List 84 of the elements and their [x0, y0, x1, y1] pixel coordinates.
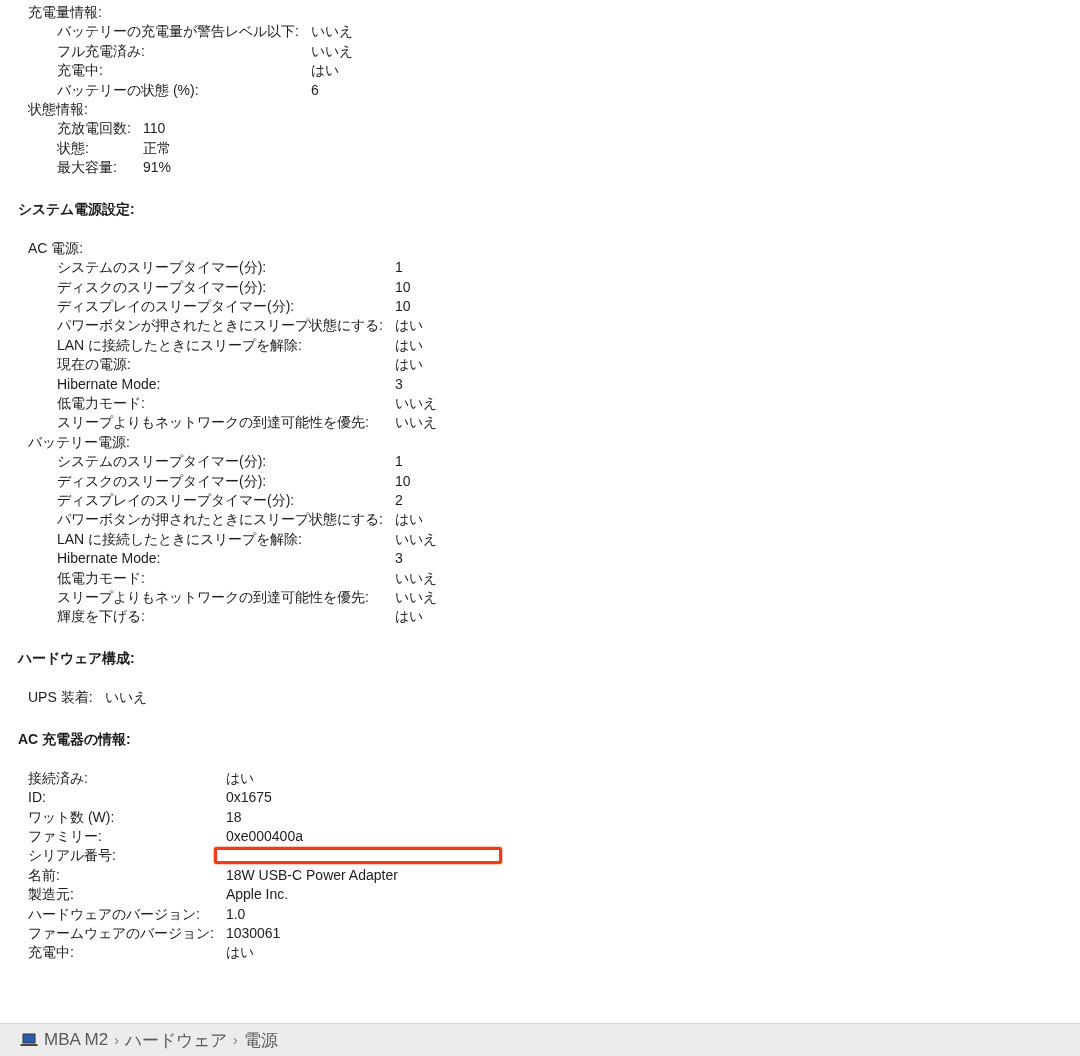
- breadcrumb-item[interactable]: 電源: [243, 1028, 278, 1052]
- field-label: ファームウェアのバージョン:: [28, 924, 214, 943]
- field-label: スリープよりもネットワークの到達可能性を優先:: [57, 587, 369, 607]
- field-value: はい: [394, 608, 423, 625]
- field-value: 10: [394, 472, 411, 489]
- field-value: はい: [310, 62, 339, 79]
- field-value: 3: [394, 375, 403, 392]
- field-label: 最大容量:: [57, 158, 117, 178]
- field-value: Apple Inc.: [225, 886, 289, 903]
- field-label: 輝度を下げる:: [57, 607, 145, 627]
- breadcrumb-item[interactable]: ハードウェア: [124, 1028, 227, 1052]
- field-label: ワット数 (W):: [28, 807, 115, 827]
- field-label: ファミリー:: [28, 827, 102, 847]
- field-label: 接続済み:: [28, 768, 88, 788]
- field-label: パワーボタンが押されたときにスリープ状態にする:: [57, 510, 383, 530]
- field-label: バッテリーの充電量が警告レベル以下:: [57, 22, 299, 42]
- field-label: 充電中:: [28, 943, 74, 963]
- field-value: いいえ: [394, 414, 437, 431]
- group-title: バッテリー電源:: [27, 432, 130, 452]
- field-label: システムのスリープタイマー(分):: [57, 452, 267, 472]
- field-label: Hibernate Mode:: [57, 374, 161, 394]
- field-value: 2: [394, 492, 403, 508]
- field-value: 110: [142, 120, 166, 137]
- field-label: ディスクのスリープタイマー(分):: [57, 277, 267, 297]
- field-label: LAN に接続したときにスリープを解除:: [57, 529, 302, 549]
- field-label: バッテリーの状態 (%):: [57, 80, 199, 100]
- field-label: ディスプレイのスリープタイマー(分):: [57, 297, 295, 317]
- field-label: 製造元:: [28, 885, 74, 905]
- section-heading: システム電源設定:: [17, 199, 135, 219]
- path-separator: ›: [114, 1032, 119, 1048]
- field-value: はい: [225, 944, 254, 961]
- group-title: AC 電源:: [27, 238, 84, 258]
- field-value: 1: [394, 259, 403, 276]
- field-label: システムのスリープタイマー(分):: [57, 258, 267, 278]
- field-value: はい: [225, 769, 254, 786]
- field-label: ディスプレイのスリープタイマー(分):: [57, 491, 295, 510]
- field-value: いいえ: [394, 588, 437, 605]
- field-value: 1.0: [225, 905, 246, 922]
- breadcrumb-item[interactable]: MBA M2: [44, 1030, 109, 1050]
- field-label: UPS 装着:: [28, 688, 93, 708]
- field-value: はい: [394, 336, 423, 353]
- field-value: 18: [225, 808, 242, 825]
- field-label: 低電力モード:: [57, 394, 145, 414]
- group-title: 状態情報:: [27, 99, 88, 119]
- field-value: 91%: [142, 159, 171, 176]
- field-label: ID:: [28, 788, 46, 808]
- group-title: 充電量情報:: [27, 3, 102, 22]
- field-value: いいえ: [310, 23, 353, 40]
- field-label: 充放電回数:: [57, 119, 131, 139]
- field-value: いいえ: [394, 569, 437, 586]
- field-value: 10: [394, 278, 411, 295]
- field-value: 1030061: [225, 925, 281, 941]
- field-value: はい: [394, 317, 423, 334]
- field-label: ディスクのスリープタイマー(分):: [57, 471, 267, 491]
- field-value: 0x1675: [225, 789, 272, 806]
- section-heading: AC 充電器の情報:: [17, 729, 131, 749]
- field-value: 3: [394, 550, 403, 567]
- field-value: 0xe000400a: [225, 828, 303, 845]
- field-label: 状態:: [57, 138, 89, 158]
- field-value: 正常: [142, 139, 171, 156]
- laptop-icon: [20, 1033, 38, 1047]
- field-value: 6: [310, 81, 319, 98]
- field-value: いいえ: [394, 395, 437, 412]
- field-value: いいえ: [104, 689, 147, 706]
- field-label: シリアル番号:: [28, 846, 116, 866]
- field-label: ハードウェアのバージョン:: [28, 904, 200, 924]
- field-value: 18W USB-C Power Adapter: [225, 866, 398, 883]
- field-label: Hibernate Mode:: [57, 549, 161, 569]
- field-label: 充電中:: [57, 61, 103, 81]
- field-value: いいえ: [394, 530, 437, 547]
- field-label: フル充電済み:: [57, 41, 145, 61]
- field-label: 現在の電源:: [57, 355, 131, 375]
- field-label: 名前:: [28, 865, 60, 885]
- field-label: LAN に接続したときにスリープを解除:: [57, 335, 302, 355]
- field-value: はい: [394, 511, 423, 528]
- field-label: 低電力モード:: [57, 568, 145, 588]
- field-value: いいえ: [310, 42, 353, 59]
- field-value: 1: [394, 453, 403, 470]
- field-label: スリープよりもネットワークの到達可能性を優先:: [57, 413, 369, 433]
- field-value: 10: [394, 298, 411, 315]
- path-separator: ›: [232, 1032, 238, 1048]
- section-heading: ハードウェア構成:: [16, 648, 135, 668]
- field-value: はい: [394, 356, 423, 373]
- field-label: パワーボタンが押されたときにスリープ状態にする:: [57, 316, 383, 336]
